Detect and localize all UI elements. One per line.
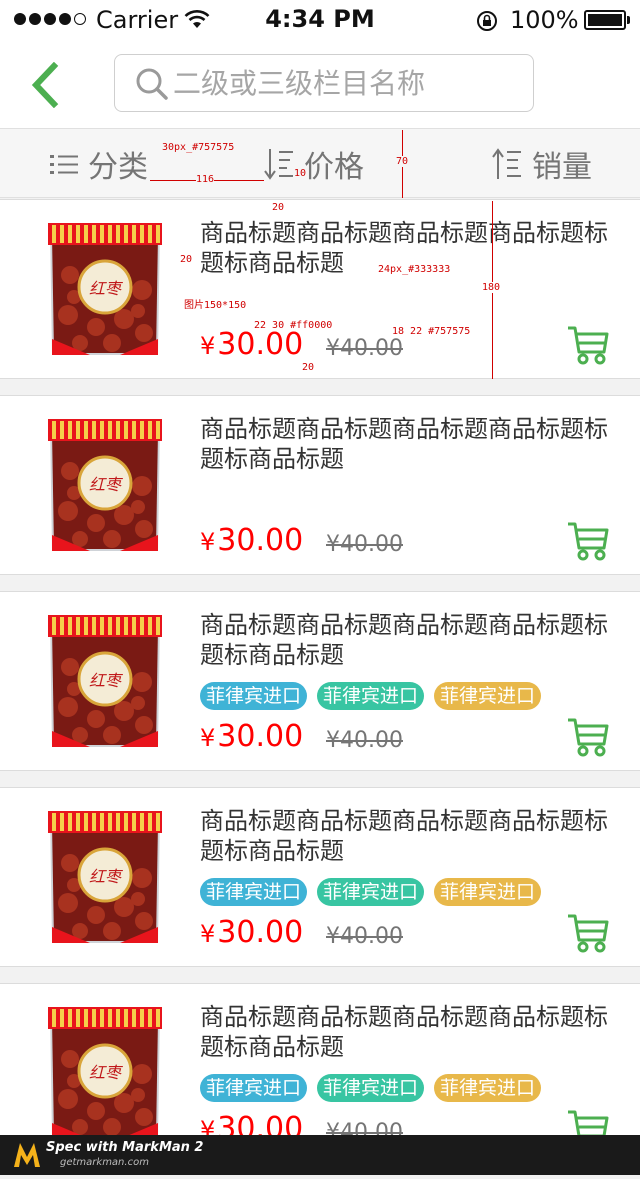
markman-url: getmarkman.com bbox=[60, 1157, 149, 1168]
product-image: 红枣 bbox=[48, 811, 162, 943]
product-item[interactable]: 红枣 商品标题商品标题商品标题商品标题标题标商品标题 菲律宾进口 菲律宾进口 菲律宾… bbox=[0, 591, 640, 771]
currency-symbol: ¥ bbox=[200, 332, 216, 360]
add-to-cart-icon[interactable] bbox=[566, 520, 610, 562]
product-list: 红枣 商品标题商品标题商品标题商品标题标题标商品标题 ¥30.00 ¥40.00 bbox=[0, 199, 640, 1179]
price-value: 30.00 bbox=[217, 719, 304, 754]
add-to-cart-icon[interactable] bbox=[566, 912, 610, 954]
product-title: 商品标题商品标题商品标题商品标题标题标商品标题 bbox=[200, 807, 608, 865]
nav-bar bbox=[0, 40, 640, 128]
product-image: 红枣 bbox=[48, 1007, 162, 1139]
svg-text:红枣: 红枣 bbox=[89, 475, 123, 494]
ann-bar-height: 70 bbox=[396, 156, 409, 167]
price-value: 30.00 bbox=[217, 915, 304, 950]
price-value: 30.00 bbox=[217, 327, 304, 362]
product-original-price: ¥40.00 bbox=[326, 728, 403, 753]
filter-price-button[interactable]: 价格 bbox=[264, 129, 364, 199]
price-value: 30.00 bbox=[217, 523, 304, 558]
product-tags: 菲律宾进口 菲律宾进口 菲律宾进口 bbox=[200, 1074, 542, 1102]
search-icon bbox=[136, 68, 168, 100]
product-item[interactable]: 红枣 商品标题商品标题商品标题商品标题标题标商品标题 ¥30.00 ¥40.00 bbox=[0, 199, 640, 379]
back-arrow-icon[interactable] bbox=[28, 62, 64, 108]
product-price: ¥30.00 bbox=[200, 720, 303, 755]
ann-gap-116: 116 bbox=[196, 174, 215, 185]
search-box[interactable] bbox=[114, 54, 534, 112]
origin-tag: 菲律宾进口 bbox=[317, 682, 425, 710]
origin-tag: 菲律宾进口 bbox=[434, 878, 542, 906]
product-image: 红枣 bbox=[48, 419, 162, 551]
product-item[interactable]: 红枣 商品标题商品标题商品标题商品标题标题标商品标题 菲律宾进口 菲律宾进口 菲律宾… bbox=[0, 787, 640, 967]
currency-symbol: ¥ bbox=[200, 528, 216, 556]
filter-bar: 分类 价格 销量 bbox=[0, 128, 640, 198]
ann-image-size: 图片150*150 bbox=[184, 300, 247, 311]
filter-sales-label: 销量 bbox=[532, 150, 592, 185]
product-item[interactable]: 红枣 商品标题商品标题商品标题商品标题标题标商品标题 ¥30.00 ¥40.00 bbox=[0, 395, 640, 575]
currency-symbol: ¥ bbox=[200, 724, 216, 752]
battery-icon bbox=[584, 10, 626, 30]
product-price: ¥30.00 bbox=[200, 524, 303, 559]
origin-tag: 菲律宾进口 bbox=[200, 878, 308, 906]
product-tags: 菲律宾进口 菲律宾进口 菲律宾进口 bbox=[200, 682, 542, 710]
filter-price-label: 价格 bbox=[304, 150, 364, 185]
product-price: ¥30.00 bbox=[200, 328, 303, 363]
battery-tip bbox=[627, 16, 630, 24]
rotation-lock-icon bbox=[477, 11, 497, 31]
product-image: 红枣 bbox=[48, 615, 162, 747]
ann-bottom-pad: 20 bbox=[302, 362, 315, 373]
list-icon bbox=[50, 155, 78, 174]
markman-logo-icon bbox=[14, 1143, 40, 1167]
add-to-cart-icon[interactable] bbox=[566, 716, 610, 758]
search-input[interactable] bbox=[173, 55, 513, 111]
origin-tag: 菲律宾进口 bbox=[434, 1074, 542, 1102]
ann-gap-10: 10 bbox=[294, 168, 307, 179]
product-original-price: ¥40.00 bbox=[326, 336, 403, 361]
status-bar: Carrier 4:34 PM 100% bbox=[0, 0, 640, 40]
product-tags: 菲律宾进口 菲律宾进口 菲律宾进口 bbox=[200, 878, 542, 906]
filter-category-label: 分类 bbox=[88, 150, 148, 185]
svg-text:红枣: 红枣 bbox=[89, 867, 123, 886]
product-original-price: ¥40.00 bbox=[326, 532, 403, 557]
origin-tag: 菲律宾进口 bbox=[200, 1074, 308, 1102]
ann-old-price-font: 18 22 #757575 bbox=[392, 326, 471, 337]
battery-percentage: 100% bbox=[510, 6, 579, 34]
svg-text:红枣: 红枣 bbox=[89, 1063, 123, 1082]
currency-symbol: ¥ bbox=[200, 920, 216, 948]
ann-price-font: 22 30 #ff0000 bbox=[254, 320, 333, 331]
product-price: ¥30.00 bbox=[200, 916, 303, 951]
origin-tag: 菲律宾进口 bbox=[200, 682, 308, 710]
origin-tag: 菲律宾进口 bbox=[434, 682, 542, 710]
markman-title: Spec with MarkMan 2 bbox=[46, 1140, 204, 1155]
product-title: 商品标题商品标题商品标题商品标题标题标商品标题 bbox=[200, 1003, 608, 1061]
svg-text:红枣: 红枣 bbox=[89, 279, 123, 298]
product-image: 红枣 bbox=[48, 223, 162, 355]
filter-sales-button[interactable]: 销量 bbox=[492, 129, 592, 199]
product-title: 商品标题商品标题商品标题商品标题标题标商品标题 bbox=[200, 611, 608, 669]
markman-banner: Spec with MarkMan 2 getmarkman.com bbox=[0, 1135, 640, 1175]
ann-left-pad: 20 bbox=[180, 254, 193, 265]
svg-text:红枣: 红枣 bbox=[89, 671, 123, 690]
add-to-cart-icon[interactable] bbox=[566, 324, 610, 366]
filter-category-button[interactable]: 分类 bbox=[50, 129, 148, 199]
sort-ascending-icon bbox=[492, 148, 521, 179]
sort-descending-icon bbox=[264, 149, 293, 180]
origin-tag: 菲律宾进口 bbox=[317, 878, 425, 906]
origin-tag: 菲律宾进口 bbox=[317, 1074, 425, 1102]
ann-title-font: 24px_#333333 bbox=[378, 264, 451, 275]
ann-top-pad: 20 bbox=[272, 202, 285, 213]
product-title: 商品标题商品标题商品标题商品标题标题标商品标题 bbox=[200, 415, 608, 473]
product-original-price: ¥40.00 bbox=[326, 924, 403, 949]
ann-row-height: 180 bbox=[482, 282, 501, 293]
ann-filter-font: 30px_#757575 bbox=[162, 142, 235, 153]
